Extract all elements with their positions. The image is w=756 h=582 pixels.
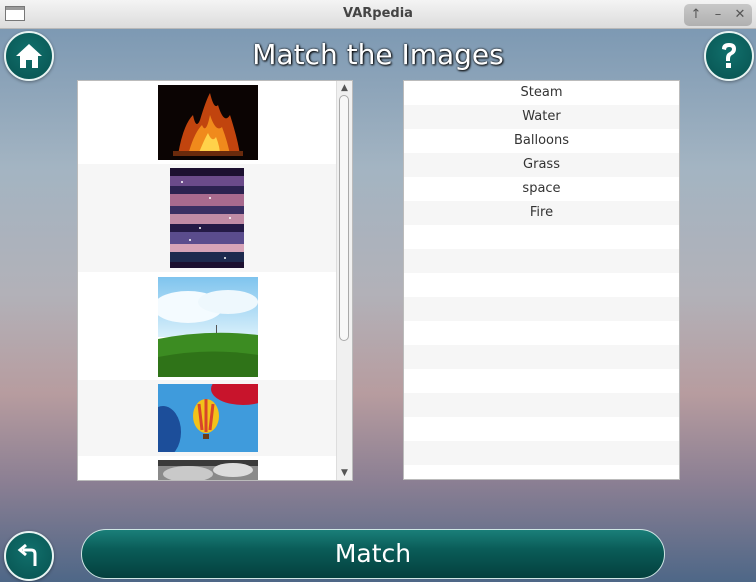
empty-row (404, 321, 679, 345)
grass-image (158, 277, 258, 377)
word-list-item[interactable]: Balloons (404, 129, 679, 153)
word-list-item[interactable]: Steam (404, 81, 679, 105)
empty-row (404, 465, 679, 479)
steam-image (158, 460, 258, 480)
maximize-button[interactable]: ↑ (687, 6, 705, 24)
balloons-image (158, 384, 258, 452)
empty-row (404, 225, 679, 249)
back-arrow-icon (17, 543, 37, 566)
image-list[interactable]: ▲ ▼ (77, 80, 353, 481)
page-title: Match the Images (252, 38, 504, 71)
scroll-down-icon[interactable]: ▼ (337, 466, 352, 480)
empty-row (404, 441, 679, 465)
word-list-item[interactable]: Water (404, 105, 679, 129)
empty-row (404, 297, 679, 321)
app-window: VARpedia ↑ – ✕ Match the Images ▲ ▼ Stea… (0, 0, 756, 582)
image-list-item[interactable] (78, 272, 338, 380)
minimize-button[interactable]: – (709, 6, 727, 24)
empty-row (404, 249, 679, 273)
empty-row (404, 345, 679, 369)
empty-row (404, 273, 679, 297)
image-list-item[interactable] (78, 380, 338, 456)
image-list-item[interactable] (78, 164, 338, 272)
image-list-item[interactable] (78, 456, 338, 480)
word-list-item[interactable]: space (404, 177, 679, 201)
word-list[interactable]: Steam Water Balloons Grass space Fire (403, 80, 680, 480)
title-bar: VARpedia ↑ – ✕ (0, 0, 756, 29)
back-button[interactable] (4, 531, 54, 581)
close-button[interactable]: ✕ (731, 6, 749, 24)
word-list-item[interactable]: Grass (404, 153, 679, 177)
scrollbar[interactable]: ▲ ▼ (336, 81, 352, 480)
empty-row (404, 369, 679, 393)
word-list-item[interactable]: Fire (404, 201, 679, 225)
image-list-item[interactable] (78, 81, 338, 164)
scrollbar-thumb[interactable] (339, 95, 349, 341)
empty-row (404, 393, 679, 417)
empty-row (404, 417, 679, 441)
fire-image (158, 85, 258, 160)
space-image (170, 168, 244, 268)
match-button[interactable]: Match (81, 529, 665, 579)
scroll-up-icon[interactable]: ▲ (337, 81, 352, 95)
window-title: VARpedia (343, 6, 413, 21)
